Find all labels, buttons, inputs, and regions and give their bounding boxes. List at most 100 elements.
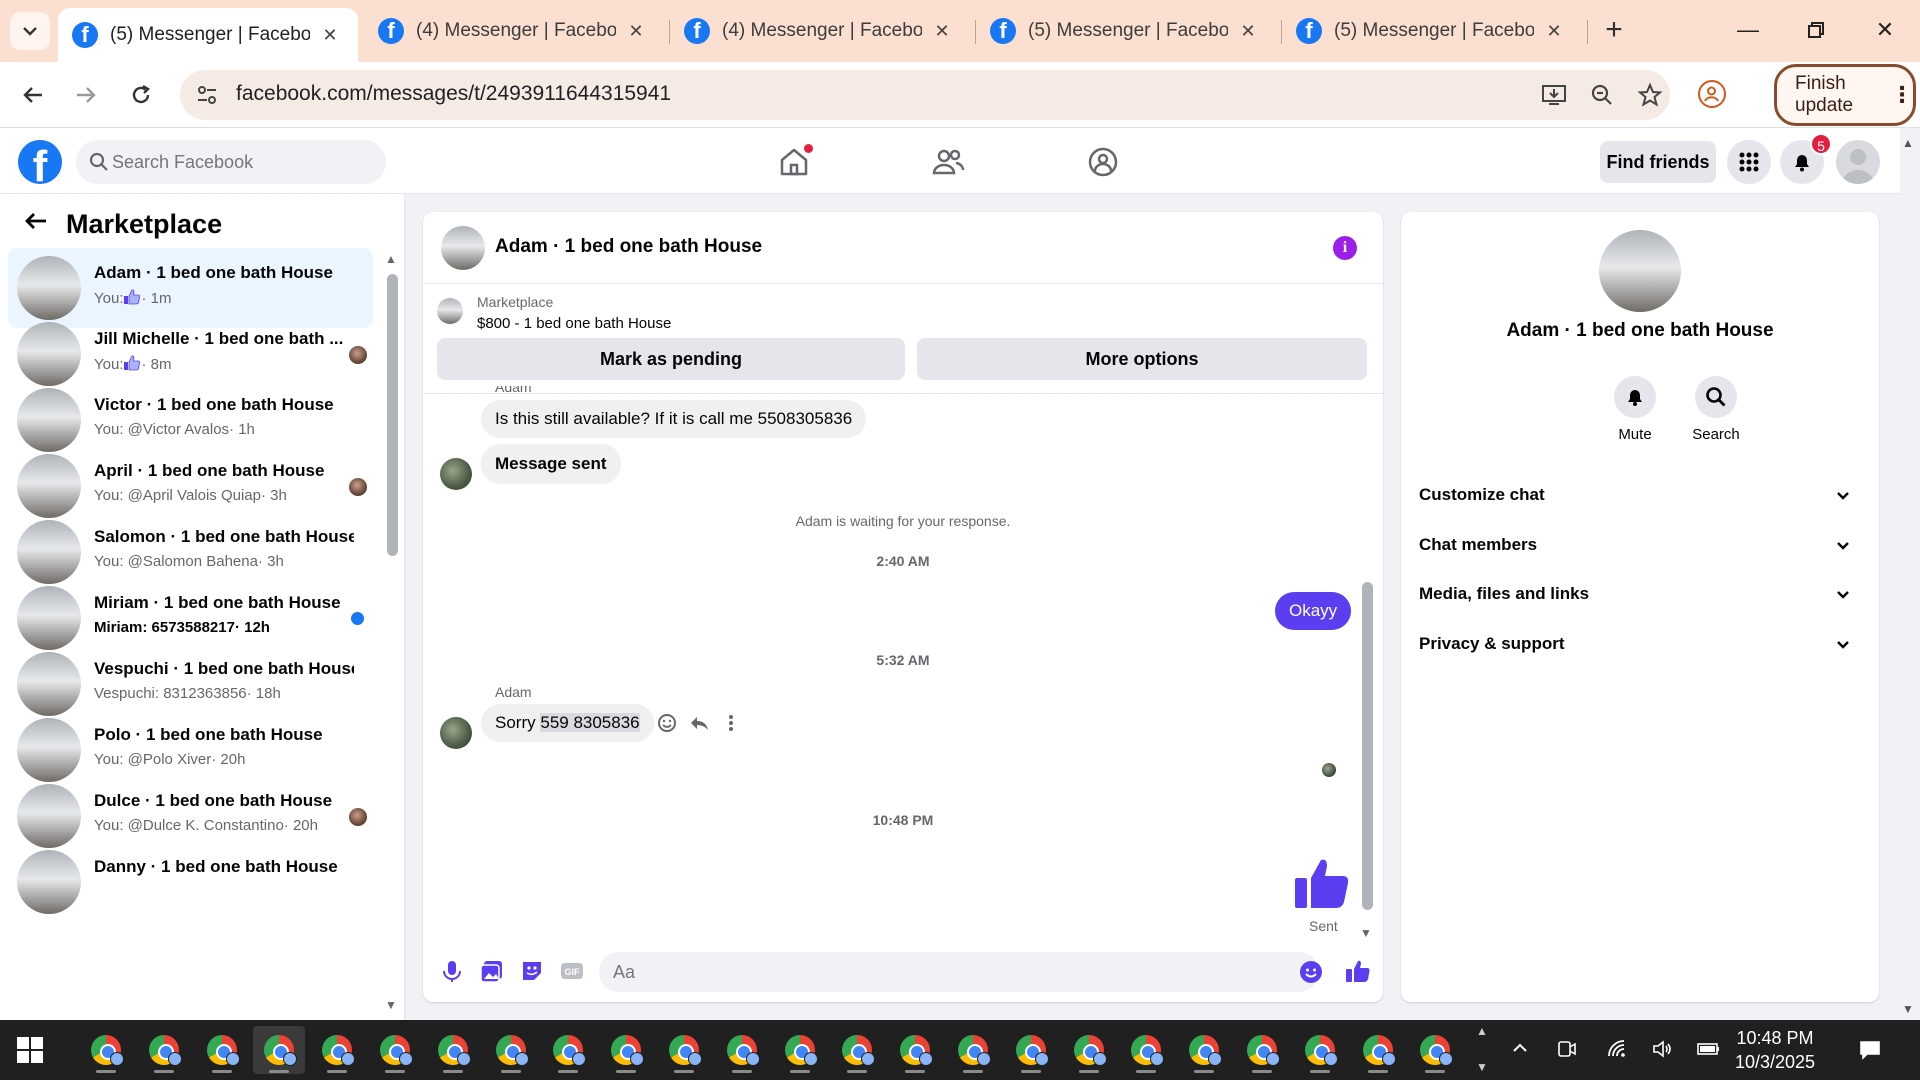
more-options-button[interactable]: More options	[917, 338, 1367, 380]
taskbar-chrome-icon[interactable]	[1294, 1026, 1346, 1074]
back-button[interactable]	[14, 76, 52, 114]
browser-tab-3[interactable]: f (4) Messenger | Facebook ✕	[670, 8, 970, 54]
back-arrow-icon[interactable]	[20, 208, 52, 241]
outgoing-message[interactable]: Okayy	[1275, 592, 1352, 630]
taskbar-chrome-icon[interactable]	[1178, 1026, 1230, 1074]
listing-title[interactable]: $800 - 1 bed one bath House	[477, 315, 671, 332]
taskbar-chrome-icon[interactable]	[138, 1026, 190, 1074]
windows-start-icon[interactable]	[16, 1036, 44, 1064]
taskbar-chrome-icon[interactable]	[80, 1026, 132, 1074]
taskbar-chrome-icon[interactable]	[831, 1026, 883, 1074]
scroll-down-arrow-icon[interactable]: ▼	[385, 998, 397, 1012]
search-circle[interactable]	[1695, 376, 1737, 418]
close-tab-icon[interactable]: ✕	[1238, 21, 1258, 42]
account-avatar[interactable]	[1836, 140, 1880, 184]
taskbar-chrome-icon[interactable]	[427, 1026, 479, 1074]
large-thumbs-up-icon[interactable]	[1293, 854, 1351, 912]
gif-icon[interactable]: GIF	[559, 958, 585, 984]
chat-scrollbar[interactable]	[1362, 582, 1373, 910]
taskbar-chrome-icon[interactable]	[311, 1026, 363, 1074]
taskbar-chrome-icon[interactable]	[1236, 1026, 1288, 1074]
chat-avatar[interactable]	[441, 226, 485, 270]
taskbar-chrome-icon[interactable]	[1005, 1026, 1057, 1074]
install-app-icon[interactable]	[1540, 82, 1568, 110]
find-friends-button[interactable]: Find friends	[1600, 141, 1716, 183]
incoming-message[interactable]: Sorry 559 8305836	[481, 704, 654, 742]
send-like-icon[interactable]	[1345, 958, 1371, 984]
react-emoji-icon[interactable]	[656, 712, 678, 734]
volume-icon[interactable]	[1650, 1038, 1674, 1062]
forward-button[interactable]	[67, 76, 105, 114]
chat-info-avatar[interactable]	[1599, 230, 1681, 312]
chat-title[interactable]: Adam · 1 bed one bath House	[495, 236, 762, 258]
mark-as-pending-button[interactable]: Mark as pending	[437, 338, 905, 380]
close-tab-icon[interactable]: ✕	[1544, 21, 1564, 42]
chat-members-row[interactable]: Chat members	[1417, 521, 1863, 569]
bookmark-star-icon[interactable]	[1636, 82, 1664, 110]
taskbar-chrome-icon[interactable]	[716, 1026, 768, 1074]
taskbar-scroll-up-icon[interactable]: ▲	[1476, 1024, 1488, 1038]
chat-scroll-down-arrow-icon[interactable]: ▼	[1360, 926, 1372, 940]
finish-update-button[interactable]: Finish update ⋮	[1774, 64, 1916, 126]
close-window-button[interactable]: ✕	[1860, 10, 1910, 50]
minimize-button[interactable]: —	[1723, 10, 1773, 50]
taskbar-chrome-icon[interactable]	[1120, 1026, 1172, 1074]
incoming-message[interactable]: Is this still available? If it is call m…	[481, 400, 867, 438]
facebook-search[interactable]	[76, 140, 386, 184]
zoom-icon[interactable]	[1588, 82, 1616, 110]
page-scroll-up-arrow-icon[interactable]: ▲	[1902, 136, 1914, 150]
media-files-links-row[interactable]: Media, files and links	[1417, 570, 1863, 618]
taskbar-chrome-icon[interactable]	[1352, 1026, 1404, 1074]
taskbar-chrome-icon[interactable]	[542, 1026, 594, 1074]
reload-button[interactable]	[122, 76, 160, 114]
notifications-center-icon[interactable]	[1858, 1038, 1882, 1062]
privacy-support-row[interactable]: Privacy & support	[1417, 620, 1863, 668]
taskbar-scroll-down-icon[interactable]: ▼	[1476, 1060, 1488, 1074]
omnibox[interactable]: facebook.com/messages/t/2493911644315941	[180, 70, 1670, 120]
incoming-message[interactable]: Message sent	[481, 444, 621, 484]
customize-chat-row[interactable]: Customize chat	[1417, 471, 1863, 519]
sender-avatar[interactable]	[440, 458, 472, 490]
new-tab-button[interactable]: +	[1597, 14, 1631, 48]
taskbar-chrome-icon[interactable]	[889, 1026, 941, 1074]
close-tab-icon[interactable]: ✕	[932, 21, 952, 42]
list-scrollbar[interactable]	[387, 274, 398, 556]
microphone-icon[interactable]	[439, 958, 465, 984]
site-settings-icon[interactable]	[194, 82, 220, 108]
taskbar-chrome-icon[interactable]	[253, 1026, 306, 1074]
tab-search-dropdown[interactable]	[10, 12, 50, 50]
browser-tab-1[interactable]: f (5) Messenger | Facebook ✕	[58, 8, 358, 62]
page-scroll-down-arrow-icon[interactable]: ▼	[1902, 1002, 1914, 1016]
highlighted-phone-number[interactable]: 559 8305836	[540, 713, 640, 732]
url-text[interactable]: facebook.com/messages/t/2493911644315941	[236, 82, 671, 106]
facebook-logo-icon[interactable]: f	[18, 140, 62, 184]
taskbar-chrome-icon[interactable]	[1063, 1026, 1115, 1074]
conversation-item[interactable]: Danny · 1 bed one bath House	[8, 842, 373, 922]
close-tab-icon[interactable]: ✕	[626, 21, 646, 42]
taskbar-chrome-icon[interactable]	[774, 1026, 826, 1074]
browser-tab-5[interactable]: f (5) Messenger | Facebook ✕	[1282, 8, 1582, 54]
restore-button[interactable]	[1791, 10, 1841, 50]
taskbar-chrome-icon[interactable]	[600, 1026, 652, 1074]
taskbar-chrome-icon[interactable]	[947, 1026, 999, 1074]
menu-button[interactable]	[1727, 140, 1771, 184]
sender-avatar[interactable]	[440, 717, 472, 749]
taskbar-chrome-icon[interactable]	[485, 1026, 537, 1074]
taskbar-chrome-icon[interactable]	[658, 1026, 710, 1074]
wifi-icon[interactable]	[1605, 1038, 1629, 1062]
profile-avatar-icon[interactable]	[1698, 80, 1726, 108]
camera-tray-icon[interactable]	[1555, 1038, 1579, 1062]
sticker-icon[interactable]	[519, 958, 545, 984]
listing-thumbnail[interactable]	[437, 298, 463, 324]
search-in-chat-button[interactable]: Search	[1676, 376, 1756, 443]
scroll-up-arrow-icon[interactable]: ▲	[385, 252, 397, 266]
taskbar-chrome-icon[interactable]	[369, 1026, 421, 1074]
browser-tab-2[interactable]: f (4) Messenger | Facebook ✕	[364, 8, 664, 54]
info-icon[interactable]: i	[1333, 236, 1357, 260]
message-input[interactable]	[599, 952, 1319, 992]
show-hidden-icons-chevron-icon[interactable]	[1508, 1038, 1532, 1062]
friends-icon[interactable]	[930, 144, 966, 180]
emoji-icon[interactable]	[1299, 960, 1323, 984]
battery-icon[interactable]	[1697, 1038, 1721, 1062]
browser-tab-4[interactable]: f (5) Messenger | Facebook ✕	[976, 8, 1276, 54]
